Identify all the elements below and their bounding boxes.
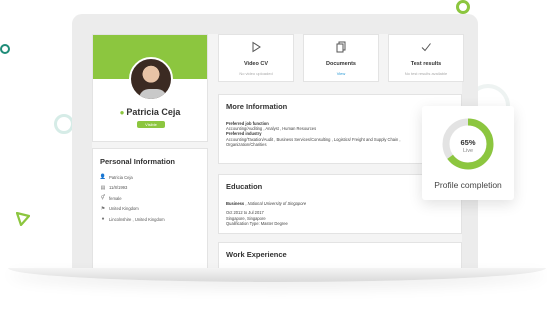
personal-information-list: 👤 Patricia Ceja ▤ 11/8/1993 ⚥ female ⚑ U… [100,172,200,225]
decorative-ring-faint [54,114,74,134]
nationality-value: United Kingdom [109,206,139,212]
video-cv-tile[interactable]: Video CV No video uploaded [218,34,294,82]
decorative-triangle-icon [16,212,30,226]
work-experience-card: Work Experience [218,242,462,270]
gender-value: female [109,195,122,201]
institution-name: National University of Singapore [247,201,307,206]
laptop-screen: ● Patricia Ceja Visible Personal Informat… [92,34,464,270]
test-results-status: No test results available [404,71,448,76]
education-body: Business , National University of Singap… [226,201,454,227]
industry-value-2: Organization/Charities [226,141,267,147]
person-icon: 👤 [99,174,107,181]
avatar[interactable] [129,57,173,101]
test-results-tile[interactable]: Test results No test results available [388,34,464,82]
profile-card: ● Patricia Ceja Visible [92,34,208,142]
completion-percent: 65% [460,138,476,147]
birthdate-value: 11/8/1993 [109,185,128,191]
flag-icon: ⚑ [100,205,106,212]
list-item: ● Lincolnshire , United Kingdom [100,214,200,225]
test-results-label: Test results [410,61,442,67]
profile-completion-card: 65% Live Profile completion [422,106,514,200]
personal-information-title: Personal Information [100,157,176,166]
profile-name: ● Patricia Ceja [93,107,207,117]
video-cv-status: No video uploaded [239,71,273,76]
degree-field: Business [226,201,245,206]
online-dot-icon: ● [119,108,125,117]
list-item: ⚑ United Kingdom [100,204,200,215]
laptop-frame: ● Patricia Ceja Visible Personal Informat… [72,14,478,270]
list-item: 👤 Patricia Ceja [100,172,200,183]
calendar-icon: ▤ [100,184,106,191]
education-title: Education [226,182,263,191]
video-cv-label: Video CV [243,61,269,67]
personal-name-value: Patricia Ceja [109,174,133,180]
documents-view-link[interactable]: View [304,71,378,76]
more-information-body: Preferred job function Accounting/Auditi… [226,121,454,147]
decorative-ring-teal [0,44,10,54]
location-pin-icon: ● [101,216,105,223]
checkmark-icon [389,41,463,53]
documents-label: Documents [326,61,356,67]
list-item: ⚥ female [100,193,200,204]
laptop-base [8,268,546,282]
location-value: Lincolnshire , United Kingdom [109,216,165,222]
completion-label: Profile completion [434,180,502,190]
industry-label: Preferred industry [226,131,262,137]
gender-icon: ⚥ [100,195,106,202]
status-badge[interactable]: Visible [137,121,165,128]
documents-icon [304,41,378,53]
completion-state: Live [462,148,474,154]
documents-tile[interactable]: Documents View [303,34,379,82]
personal-information-card: Personal Information 👤 Patricia Ceja ▤ 1… [92,148,208,270]
work-experience-title: Work Experience [226,250,287,259]
decorative-ring-green [456,0,470,14]
profile-name-text: Patricia Ceja [126,107,181,117]
more-information-title: More Information [226,102,288,111]
landing-illustration: ● Patricia Ceja Visible Personal Informat… [0,0,547,326]
qualification-type: Qualification Type: Master Degree [226,221,288,227]
list-item: ▤ 11/8/1993 [100,183,200,194]
play-icon [219,41,293,53]
